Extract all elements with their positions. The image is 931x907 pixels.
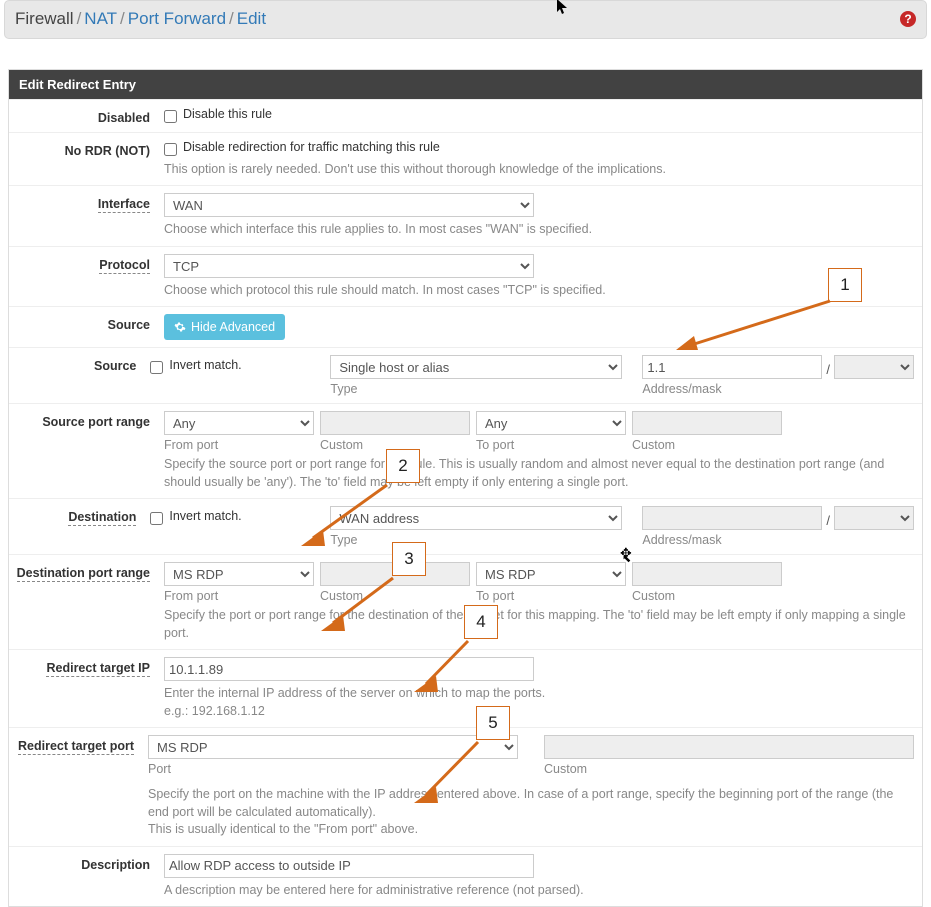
source-mask-select[interactable] [834,355,914,379]
breadcrumb-sep: / [229,9,234,29]
redirect-ip-input[interactable] [164,657,534,681]
breadcrumb-nat[interactable]: NAT [84,9,117,29]
row-protocol: Protocol TCP Choose which protocol this … [9,246,922,307]
label-redirect-port: Redirect target port [9,735,148,753]
row-interface: Interface WAN Choose which interface thi… [9,185,922,246]
src-to-port-select[interactable]: Any [476,411,626,435]
breadcrumb-port-forward[interactable]: Port Forward [128,9,226,29]
source-invert-checkbox[interactable] [150,361,163,374]
label-src-port-range: Source port range [9,411,164,429]
sublabel-port: Port [148,762,544,776]
breadcrumb-sep: / [120,9,125,29]
help-protocol: Choose which protocol this rule should m… [164,282,914,300]
redirect-port-custom-input[interactable] [544,735,914,759]
redirect-port-select[interactable]: MS RDP [148,735,518,759]
sublabel-type: Type [330,382,642,396]
src-to-custom-input[interactable] [632,411,782,435]
hide-advanced-button[interactable]: Hide Advanced [164,314,285,340]
interface-select[interactable]: WAN [164,193,534,217]
label-redirect-ip: Redirect target IP [9,657,164,675]
src-from-custom-input[interactable] [320,411,470,435]
sublabel-custom: Custom [632,589,788,603]
sublabel-from-port: From port [164,438,320,452]
sublabel-custom: Custom [320,589,476,603]
sublabel-custom: Custom [632,438,788,452]
row-redirect-ip: Redirect target IP Enter the internal IP… [9,649,922,727]
sublabel-custom: Custom [320,438,476,452]
breadcrumb-firewall: Firewall [15,9,74,29]
sublabel-type: Type [330,533,642,547]
breadcrumb: Firewall / NAT / Port Forward / Edit ? [4,0,927,39]
dest-address-input[interactable] [642,506,822,530]
help-interface: Choose which interface this rule applies… [164,221,914,239]
label-destination: Destination [9,506,150,524]
help-dst-port: Specify the port or port range for the d… [164,607,914,642]
dst-to-custom-input[interactable] [632,562,782,586]
disable-redirect-checkbox[interactable] [164,143,177,156]
sublabel-addrmask: Address/mask [642,382,914,396]
label-no-rdr: No RDR (NOT) [9,140,164,158]
dest-invert-label[interactable]: Invert match. [150,506,330,523]
panel-edit-redirect: Edit Redirect Entry Disabled Disable thi… [8,69,923,907]
slash: / [826,509,830,528]
help-description: A description may be entered here for ad… [164,882,914,900]
help-icon[interactable]: ? [900,11,916,27]
row-source-port-range: Source port range Any From port Custom A… [9,403,922,498]
slash: / [826,358,830,377]
help-redirect-port2: This is usually identical to the "From p… [148,821,914,839]
protocol-select[interactable]: TCP [164,254,534,278]
disable-redirect-label[interactable]: Disable redirection for traffic matching… [164,140,440,154]
label-source-hdr: Source [9,314,164,332]
breadcrumb-edit[interactable]: Edit [237,9,266,29]
row-description: Description A description may be entered… [9,846,922,907]
label-interface: Interface [9,193,164,211]
row-destination: Destination Invert match. WAN address Ty… [9,498,922,554]
sublabel-from-port: From port [164,589,320,603]
row-redirect-port: Redirect target port MS RDP Port Custom … [9,727,922,846]
source-address-input[interactable] [642,355,822,379]
source-invert-label[interactable]: Invert match. [150,355,330,372]
gear-icon [174,321,186,333]
sublabel-to-port: To port [476,438,632,452]
disable-rule-checkbox[interactable] [164,110,177,123]
dst-from-custom-input[interactable] [320,562,470,586]
dest-type-select[interactable]: WAN address [330,506,622,530]
help-src-port: Specify the source port or port range fo… [164,456,914,491]
sublabel-custom: Custom [544,762,914,776]
dest-mask-select[interactable] [834,506,914,530]
row-disabled: Disabled Disable this rule [9,99,922,132]
dst-from-port-select[interactable]: MS RDP [164,562,314,586]
row-dest-port-range: Destination port range MS RDP From port … [9,554,922,649]
help-redirect-ip2: e.g.: 192.168.1.12 [164,703,914,721]
sublabel-addrmask: Address/mask [642,533,914,547]
row-source: Source Invert match. Single host or alia… [9,347,922,403]
source-type-select[interactable]: Single host or alias [330,355,622,379]
dst-to-port-select[interactable]: MS RDP [476,562,626,586]
label-protocol: Protocol [9,254,164,272]
breadcrumb-sep: / [77,9,82,29]
label-source: Source [9,355,150,373]
disable-rule-label[interactable]: Disable this rule [164,107,272,121]
label-description: Description [9,854,164,872]
description-input[interactable] [164,854,534,878]
row-no-rdr: No RDR (NOT) Disable redirection for tra… [9,132,922,185]
label-dst-port-range: Destination port range [9,562,164,580]
row-source-toggle: Source Hide Advanced [9,306,922,347]
label-disabled: Disabled [9,107,164,125]
sublabel-to-port: To port [476,589,632,603]
src-from-port-select[interactable]: Any [164,411,314,435]
dest-invert-checkbox[interactable] [150,512,163,525]
help-redirect-port: Specify the port on the machine with the… [148,786,914,821]
help-redirect-ip: Enter the internal IP address of the ser… [164,685,914,703]
panel-title: Edit Redirect Entry [9,70,922,99]
help-no-rdr: This option is rarely needed. Don't use … [164,161,914,179]
